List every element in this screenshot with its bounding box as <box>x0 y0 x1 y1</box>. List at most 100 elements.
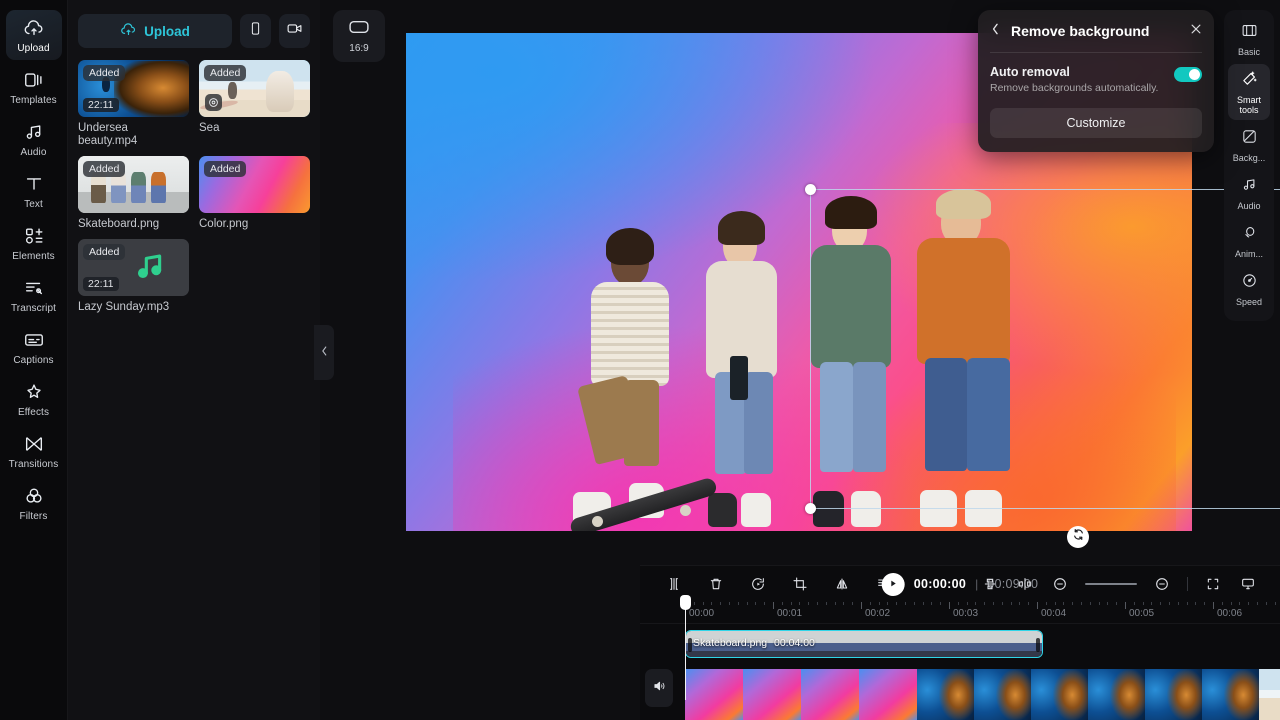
ruler-tick-minor <box>1063 602 1065 605</box>
tab-speed[interactable]: Speed <box>1228 266 1270 312</box>
track-segment-color[interactable] <box>685 669 917 720</box>
rotate-button[interactable] <box>748 574 768 594</box>
media-thumbnail[interactable]: Added 22:11 <box>78 239 189 296</box>
ruler-tick-minor <box>1045 602 1047 605</box>
clip-duration: 00:04:00 <box>774 637 815 649</box>
ruler-tick-minor <box>1010 602 1012 605</box>
sidebar-item-captions[interactable]: Captions <box>6 322 62 372</box>
film-icon <box>1241 22 1258 44</box>
zoom-slider[interactable] <box>1085 583 1137 585</box>
track-segment-sea[interactable] <box>1259 669 1280 720</box>
media-item[interactable]: Added Skateboard.png <box>78 156 189 231</box>
ruler-tick-minor <box>922 602 924 605</box>
zoom-out-button[interactable] <box>1050 574 1070 594</box>
aspect-ratio-button[interactable]: 16:9 <box>333 10 385 62</box>
media-thumbnail[interactable]: Added <box>78 156 189 213</box>
split-view-button[interactable] <box>1015 574 1035 594</box>
clip-trim-handle-left[interactable] <box>688 638 692 652</box>
sidebar-item-transitions[interactable]: Transitions <box>6 426 62 476</box>
magic-wand-icon <box>1241 70 1258 92</box>
ruler-tick-minor <box>1195 602 1197 605</box>
aspect-ratio-label: 16:9 <box>349 42 369 54</box>
split-button[interactable] <box>664 574 684 594</box>
resize-handle-bottom-left[interactable] <box>805 503 816 514</box>
tab-basic[interactable]: Basic <box>1228 16 1270 62</box>
sidebar-item-label: Filters <box>19 511 48 522</box>
right-tool-rail: Basic Smart tools Backg... Audio Anim...… <box>1224 10 1274 321</box>
delete-button[interactable] <box>706 574 726 594</box>
ruler-tick-minor <box>790 602 792 605</box>
resize-handle-top-left[interactable] <box>805 184 816 195</box>
added-badge: Added <box>83 161 126 177</box>
sidebar-item-label: Effects <box>17 407 50 418</box>
track-segment-undersea[interactable] <box>917 669 1259 720</box>
media-thumbnail[interactable]: Added 22:11 <box>78 60 189 117</box>
track-mute-button[interactable] <box>645 669 673 707</box>
play-button[interactable] <box>881 572 905 596</box>
cloud-upload-icon <box>120 21 137 41</box>
rotate-handle[interactable] <box>1067 526 1089 548</box>
collapse-panel-button[interactable] <box>314 325 334 380</box>
ruler-label: 00:02 <box>865 608 891 619</box>
customize-button[interactable]: Customize <box>990 108 1202 138</box>
sidebar-item-filters[interactable]: Filters <box>6 478 62 528</box>
upload-button[interactable]: Upload <box>78 14 232 48</box>
tab-animation[interactable]: Anim... <box>1228 218 1270 264</box>
tab-audio[interactable]: Audio <box>1228 170 1270 216</box>
ruler-tick-minor <box>913 602 915 605</box>
sidebar-item-transcript[interactable]: Transcript <box>6 270 62 320</box>
added-badge: Added <box>83 65 126 81</box>
timeline-clip-skateboard[interactable]: Skateboard.png 00:04:00 <box>685 630 1043 658</box>
ruler-tick-minor <box>878 602 880 605</box>
camera-icon <box>286 20 303 42</box>
added-badge: Added <box>204 65 247 81</box>
media-thumbnail[interactable]: Added <box>199 156 310 213</box>
media-item[interactable]: Added Color.png <box>199 156 310 231</box>
timeline-main-track[interactable] <box>685 669 1280 720</box>
templates-icon <box>23 69 45 91</box>
auto-removal-label: Auto removal <box>990 65 1070 79</box>
preview-button[interactable] <box>1238 574 1258 594</box>
timeline-toolbar: 00:00:00 | 00:09:00 <box>640 566 1280 602</box>
sidebar-item-label: Text <box>24 199 43 210</box>
playhead[interactable] <box>680 595 691 700</box>
ruler-tick-minor <box>737 602 739 605</box>
playhead-handle[interactable] <box>680 595 691 610</box>
sidebar-item-label: Audio <box>20 147 47 158</box>
ruler-tick-minor <box>1186 602 1188 605</box>
sidebar-item-label: Transitions <box>8 459 59 470</box>
chevron-left-icon[interactable] <box>990 22 1001 41</box>
timeline-ruler[interactable]: 00:0000:0100:0200:0300:0400:0500:0600:07… <box>640 602 1280 624</box>
import-from-phone-button[interactable] <box>240 14 271 48</box>
media-item[interactable]: Added 22:11 Lazy Sunday.mp3 <box>78 239 189 314</box>
tab-smart-tools[interactable]: Smart tools <box>1228 64 1270 120</box>
record-button[interactable] <box>279 14 310 48</box>
tab-background[interactable]: Backg... <box>1228 122 1270 168</box>
animation-icon <box>1241 224 1258 246</box>
media-item[interactable]: Added 22:11 Undersea beauty.mp4 <box>78 60 189 148</box>
ruler-tick-minor <box>1239 602 1241 605</box>
sidebar-item-audio[interactable]: Audio <box>6 114 62 164</box>
sidebar-item-effects[interactable]: Effects <box>6 374 62 424</box>
selection-frame[interactable] <box>805 184 1280 548</box>
sidebar-item-upload[interactable]: Upload <box>5 10 62 60</box>
preview-play-icon[interactable] <box>205 94 222 111</box>
sidebar-item-templates[interactable]: Templates <box>6 62 62 112</box>
ruler-tick-minor <box>720 602 722 605</box>
close-icon[interactable] <box>1189 22 1203 41</box>
fit-to-screen-button[interactable] <box>1203 574 1223 594</box>
media-thumbnail[interactable]: Added <box>199 60 310 117</box>
markers-button[interactable] <box>980 574 1000 594</box>
mirror-button[interactable] <box>832 574 852 594</box>
sidebar-item-text[interactable]: Text <box>6 166 62 216</box>
effects-icon <box>23 381 45 403</box>
media-item[interactable]: Added Sea <box>199 60 310 148</box>
zoom-in-button[interactable] <box>1152 574 1172 594</box>
ruler-tick <box>861 602 862 609</box>
sidebar-item-label: Upload <box>17 43 50 54</box>
sidebar-item-elements[interactable]: Elements <box>6 218 62 268</box>
crop-button[interactable] <box>790 574 810 594</box>
clip-trim-handle-right[interactable] <box>1036 638 1040 652</box>
ruler-tick-minor <box>1160 602 1162 605</box>
auto-removal-toggle[interactable] <box>1174 67 1202 82</box>
